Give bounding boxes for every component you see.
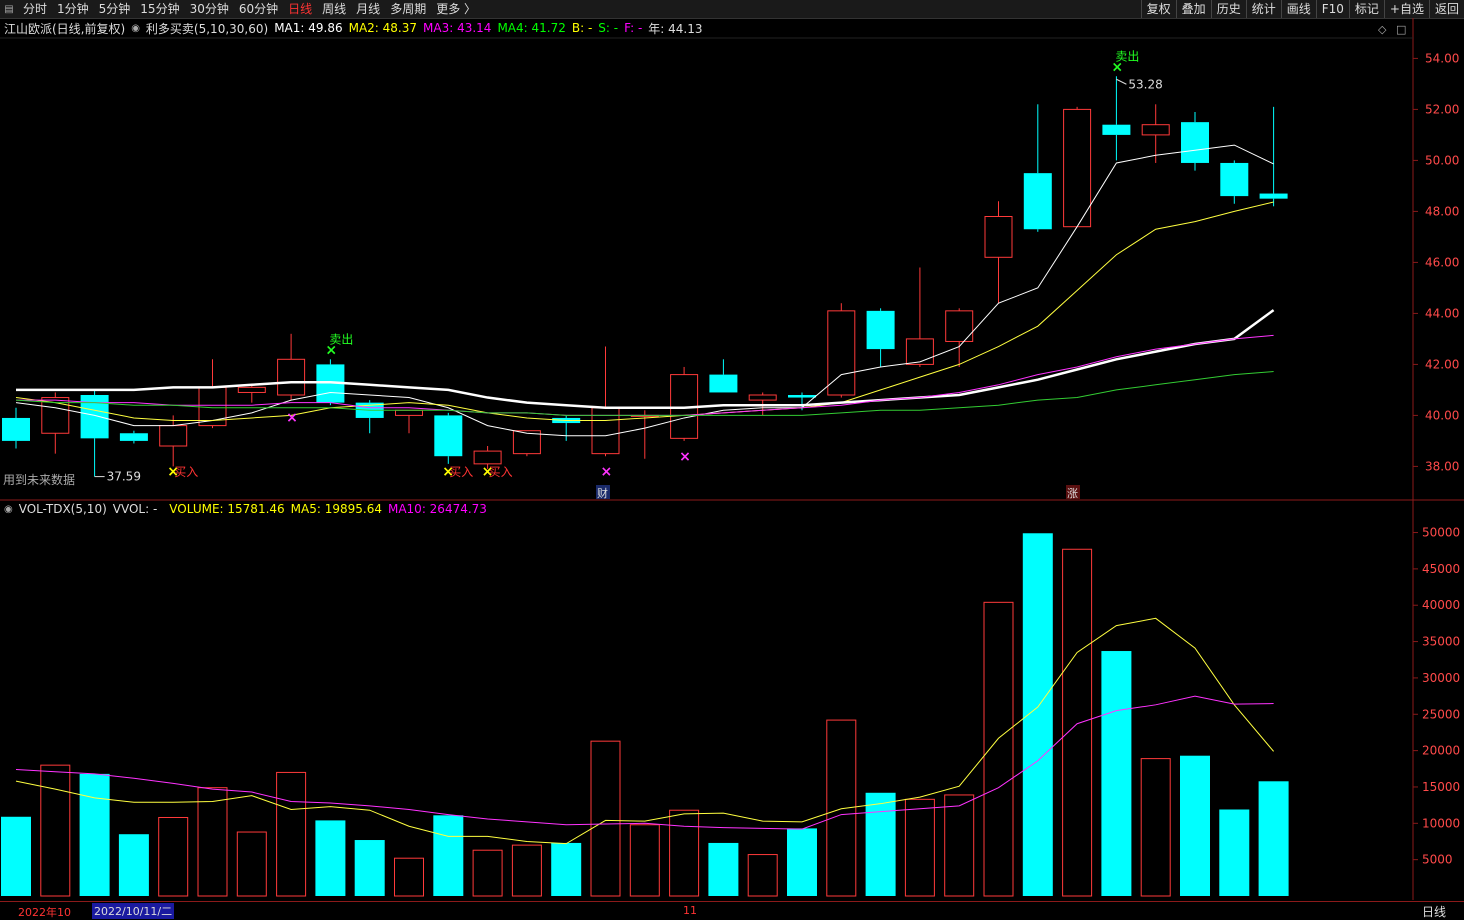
candle-body-28 <box>1102 124 1131 135</box>
vol-bar-32 <box>1258 781 1289 896</box>
price-tick-label-8: 54.00 <box>1425 51 1459 65</box>
box-icon: □ <box>1396 23 1406 36</box>
cai-badge: 财 <box>597 486 608 500</box>
vol-tick-label-2: 15000 <box>1422 780 1460 794</box>
candle-body-25 <box>984 216 1013 258</box>
price-tick-label-2: 42.00 <box>1425 357 1459 371</box>
vol-bar-16 <box>629 824 660 897</box>
candle-body-29 <box>1141 124 1170 136</box>
vol-bar-20 <box>787 828 817 896</box>
period-label[interactable]: 日线 <box>1422 903 1446 920</box>
vol-bar-7 <box>276 771 307 897</box>
candle-body-23 <box>905 338 934 365</box>
future-data-note: 用到未来数据 <box>3 472 75 487</box>
vol-bar-22 <box>865 792 896 896</box>
vol-bar-0 <box>1 816 31 896</box>
candle-body-2 <box>80 395 109 439</box>
vol-tick-label-4: 25000 <box>1422 707 1460 721</box>
vol-bar-31 <box>1219 809 1250 896</box>
vol-tick-label-7: 40000 <box>1422 598 1460 612</box>
vol-bar-12 <box>472 849 503 897</box>
buy-label-2: 买入 <box>489 465 513 479</box>
candle-body-31 <box>1220 162 1249 197</box>
vol-bar-27 <box>1062 548 1093 897</box>
candle-body-30 <box>1181 122 1209 163</box>
vol-bar-3 <box>118 834 149 896</box>
price-tick-label-7: 52.00 <box>1425 102 1459 116</box>
vol-bar-10 <box>394 857 424 897</box>
candle-body-19 <box>748 394 777 401</box>
candle-body-26 <box>1023 173 1052 230</box>
vol-bar-2 <box>79 773 110 896</box>
vol-bar-26 <box>1022 533 1053 896</box>
vol-bar-14 <box>551 842 582 896</box>
vol-tick-label-5: 30000 <box>1422 671 1460 685</box>
vol-bar-6 <box>236 831 267 897</box>
vol-tick-label-6: 35000 <box>1422 635 1460 649</box>
magenta-marker-0: × <box>286 410 298 426</box>
vol-ma10-line <box>15 695 1274 830</box>
candle-body-10 <box>395 409 423 416</box>
candle-body-12 <box>473 450 502 465</box>
price-tick-label-6: 50.00 <box>1425 153 1459 167</box>
candle-body-11 <box>434 415 463 457</box>
vol-bar-4 <box>158 816 189 897</box>
candle-body-18 <box>709 374 738 393</box>
zhang-badge: 涨 <box>1067 487 1078 500</box>
vol-bar-23 <box>904 798 935 897</box>
buy-label-0: 买入 <box>174 465 198 479</box>
candle-body-22 <box>866 310 895 350</box>
vol-ma5-line <box>15 617 1274 845</box>
date-label-month: 2022年10 <box>18 906 71 919</box>
price-tick-label-3: 44.00 <box>1425 306 1459 320</box>
vol-bar-5 <box>197 787 228 897</box>
price-tick-label-5: 48.00 <box>1425 204 1459 218</box>
date-cursor-label: 2022/10/11/二 <box>92 903 175 919</box>
candle-body-3 <box>119 433 148 441</box>
sell-label-1: 卖出 <box>1115 49 1139 63</box>
vol-bar-17 <box>669 809 700 897</box>
candle-body-7 <box>277 358 306 396</box>
vol-bar-8 <box>315 820 346 896</box>
vol-tick-label-3: 20000 <box>1422 744 1460 758</box>
candle-body-32 <box>1259 193 1288 199</box>
low-marker-label: 37.59 <box>107 470 141 484</box>
vol-bar-24 <box>944 794 975 897</box>
candle-body-20 <box>788 395 816 398</box>
date-axis-bar: 2022年10 2022/10/11/二 11 日线 <box>0 901 1464 920</box>
date-label-nov: 11 <box>683 904 697 917</box>
magenta-marker-1: × <box>601 464 613 480</box>
candle-body-0 <box>2 417 30 441</box>
vol-tick-label-9: 50000 <box>1422 526 1460 540</box>
candle-body-15 <box>591 407 620 455</box>
vol-bar-29 <box>1140 758 1171 897</box>
vol-bar-18 <box>708 842 739 896</box>
sell-label-0: 卖出 <box>329 332 353 346</box>
vol-bar-15 <box>590 740 621 897</box>
high-marker-label: 53.28 <box>1128 77 1162 91</box>
price-tick-label-1: 40.00 <box>1425 408 1459 422</box>
high-marker-line <box>1116 78 1127 85</box>
vol-bar-25 <box>983 601 1014 897</box>
vol-bar-30 <box>1180 755 1210 896</box>
candle-body-6 <box>237 386 266 393</box>
vol-tick-label-1: 10000 <box>1422 816 1460 830</box>
vol-bar-19 <box>747 854 778 897</box>
vol-bar-1 <box>40 764 71 897</box>
vol-bar-9 <box>354 840 385 896</box>
buy-label-1: 买入 <box>449 465 473 479</box>
vol-bar-21 <box>826 719 857 897</box>
candle-body-27 <box>1063 108 1092 228</box>
price-tick-label-4: 46.00 <box>1425 255 1459 269</box>
vol-bar-13 <box>511 844 542 897</box>
vol-bar-11 <box>433 815 464 896</box>
vol-tick-label-0: 5000 <box>1422 853 1453 867</box>
price-tick-label-0: 38.00 <box>1425 459 1459 473</box>
vol-bar-28 <box>1101 651 1132 896</box>
candle-body-4 <box>159 425 188 447</box>
vol-tick-label-8: 45000 <box>1422 562 1460 576</box>
kline-chart[interactable]: 38.00 40.00 42.00 44.00 46.00 48.00 50.00 52.00… <box>0 0 1464 919</box>
magenta-marker-2: × <box>679 449 691 465</box>
diamond-icon: ◇ <box>1378 23 1387 36</box>
